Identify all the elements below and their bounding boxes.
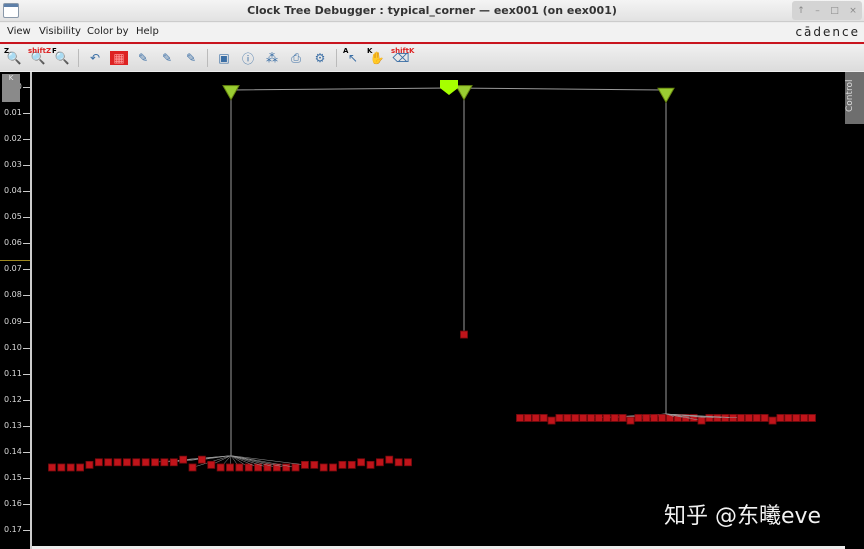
clock-sink[interactable] — [587, 414, 595, 422]
clock-sink[interactable] — [226, 463, 234, 472]
clock-sink[interactable] — [737, 414, 745, 422]
clock-sink[interactable] — [310, 460, 319, 469]
clock-buffer[interactable] — [657, 87, 675, 104]
clock-sink[interactable] — [752, 414, 761, 422]
clock-sink[interactable] — [394, 458, 403, 467]
clock-sink[interactable] — [713, 414, 722, 422]
clock-sink[interactable] — [516, 414, 524, 422]
clock-sink[interactable] — [523, 414, 532, 422]
clock-sink[interactable] — [375, 458, 384, 467]
clock-sink[interactable] — [291, 463, 300, 472]
clock-sink[interactable] — [132, 458, 141, 467]
clock-sink[interactable] — [76, 463, 85, 472]
clock-sink[interactable] — [197, 455, 206, 464]
clock-sink[interactable] — [57, 463, 66, 472]
clock-sink[interactable] — [188, 463, 197, 472]
clock-sink[interactable] — [634, 414, 643, 422]
clock-sink[interactable] — [555, 414, 564, 422]
clock-sink[interactable] — [642, 414, 651, 422]
clock-root[interactable] — [440, 80, 458, 95]
clock-sink[interactable] — [776, 414, 785, 422]
clock-sink[interactable] — [792, 414, 801, 422]
clock-sink[interactable] — [626, 416, 635, 425]
clock-sink[interactable] — [141, 458, 150, 467]
clock-sink[interactable] — [244, 463, 253, 472]
clock-sink[interactable] — [104, 458, 113, 467]
clock-sink[interactable] — [547, 416, 556, 425]
clock-sink[interactable] — [768, 416, 777, 425]
clock-sink[interactable] — [338, 460, 347, 469]
clock-sink[interactable] — [539, 414, 548, 422]
clock-sink[interactable] — [85, 460, 94, 469]
clock-sink[interactable] — [705, 414, 714, 422]
clock-sink[interactable] — [385, 455, 394, 464]
clock-sink[interactable] — [329, 463, 337, 472]
clock-sink[interactable] — [744, 414, 753, 422]
clock-sink[interactable] — [366, 460, 375, 469]
right-strip — [845, 124, 864, 549]
clock-sink[interactable] — [563, 414, 572, 422]
clock-sink[interactable] — [697, 416, 706, 425]
clock-sink[interactable] — [404, 458, 412, 467]
clock-sink[interactable] — [301, 460, 309, 469]
clock-sink[interactable] — [595, 414, 603, 422]
clock-sink[interactable] — [579, 414, 588, 422]
clock-sink[interactable] — [721, 414, 730, 422]
clock-sink[interactable] — [66, 463, 75, 472]
clock-sink[interactable] — [347, 460, 356, 469]
clock-sink[interactable] — [658, 414, 666, 422]
clock-sink[interactable] — [531, 414, 540, 422]
clock-buffer[interactable] — [455, 85, 473, 101]
clock-sink[interactable] — [610, 414, 619, 422]
clock-sink[interactable] — [123, 458, 131, 467]
clock-sink[interactable] — [808, 414, 816, 422]
clock-buffer[interactable] — [222, 85, 240, 101]
clock-sink[interactable] — [169, 458, 178, 467]
clock-sink[interactable] — [282, 463, 291, 472]
clock-sink[interactable] — [460, 330, 468, 339]
clock-sink[interactable] — [784, 414, 793, 422]
control-tab[interactable]: Control — [845, 72, 864, 124]
clock-sink[interactable] — [216, 463, 225, 472]
clock-sink[interactable] — [48, 463, 56, 472]
clock-sink[interactable] — [151, 458, 159, 467]
clock-sink[interactable] — [760, 414, 769, 422]
clock-sink[interactable] — [207, 460, 216, 469]
clock-sink[interactable] — [618, 414, 627, 422]
clock-sink[interactable] — [113, 458, 122, 467]
watermark: 知乎 @东曦eve — [664, 504, 822, 529]
clock-sink[interactable] — [650, 414, 659, 422]
clock-sink[interactable] — [800, 414, 809, 422]
clock-sink[interactable] — [602, 414, 611, 422]
clock-tree-plot — [48, 80, 854, 544]
clock-sink[interactable] — [729, 414, 737, 422]
clock-sink[interactable] — [160, 458, 169, 467]
clock-sink[interactable] — [179, 455, 188, 464]
clock-sink[interactable] — [319, 463, 328, 472]
clock-sink[interactable] — [571, 414, 580, 422]
clock-sink[interactable] — [235, 463, 244, 472]
clock-sink[interactable] — [357, 458, 366, 467]
clock-sink[interactable] — [94, 458, 103, 467]
